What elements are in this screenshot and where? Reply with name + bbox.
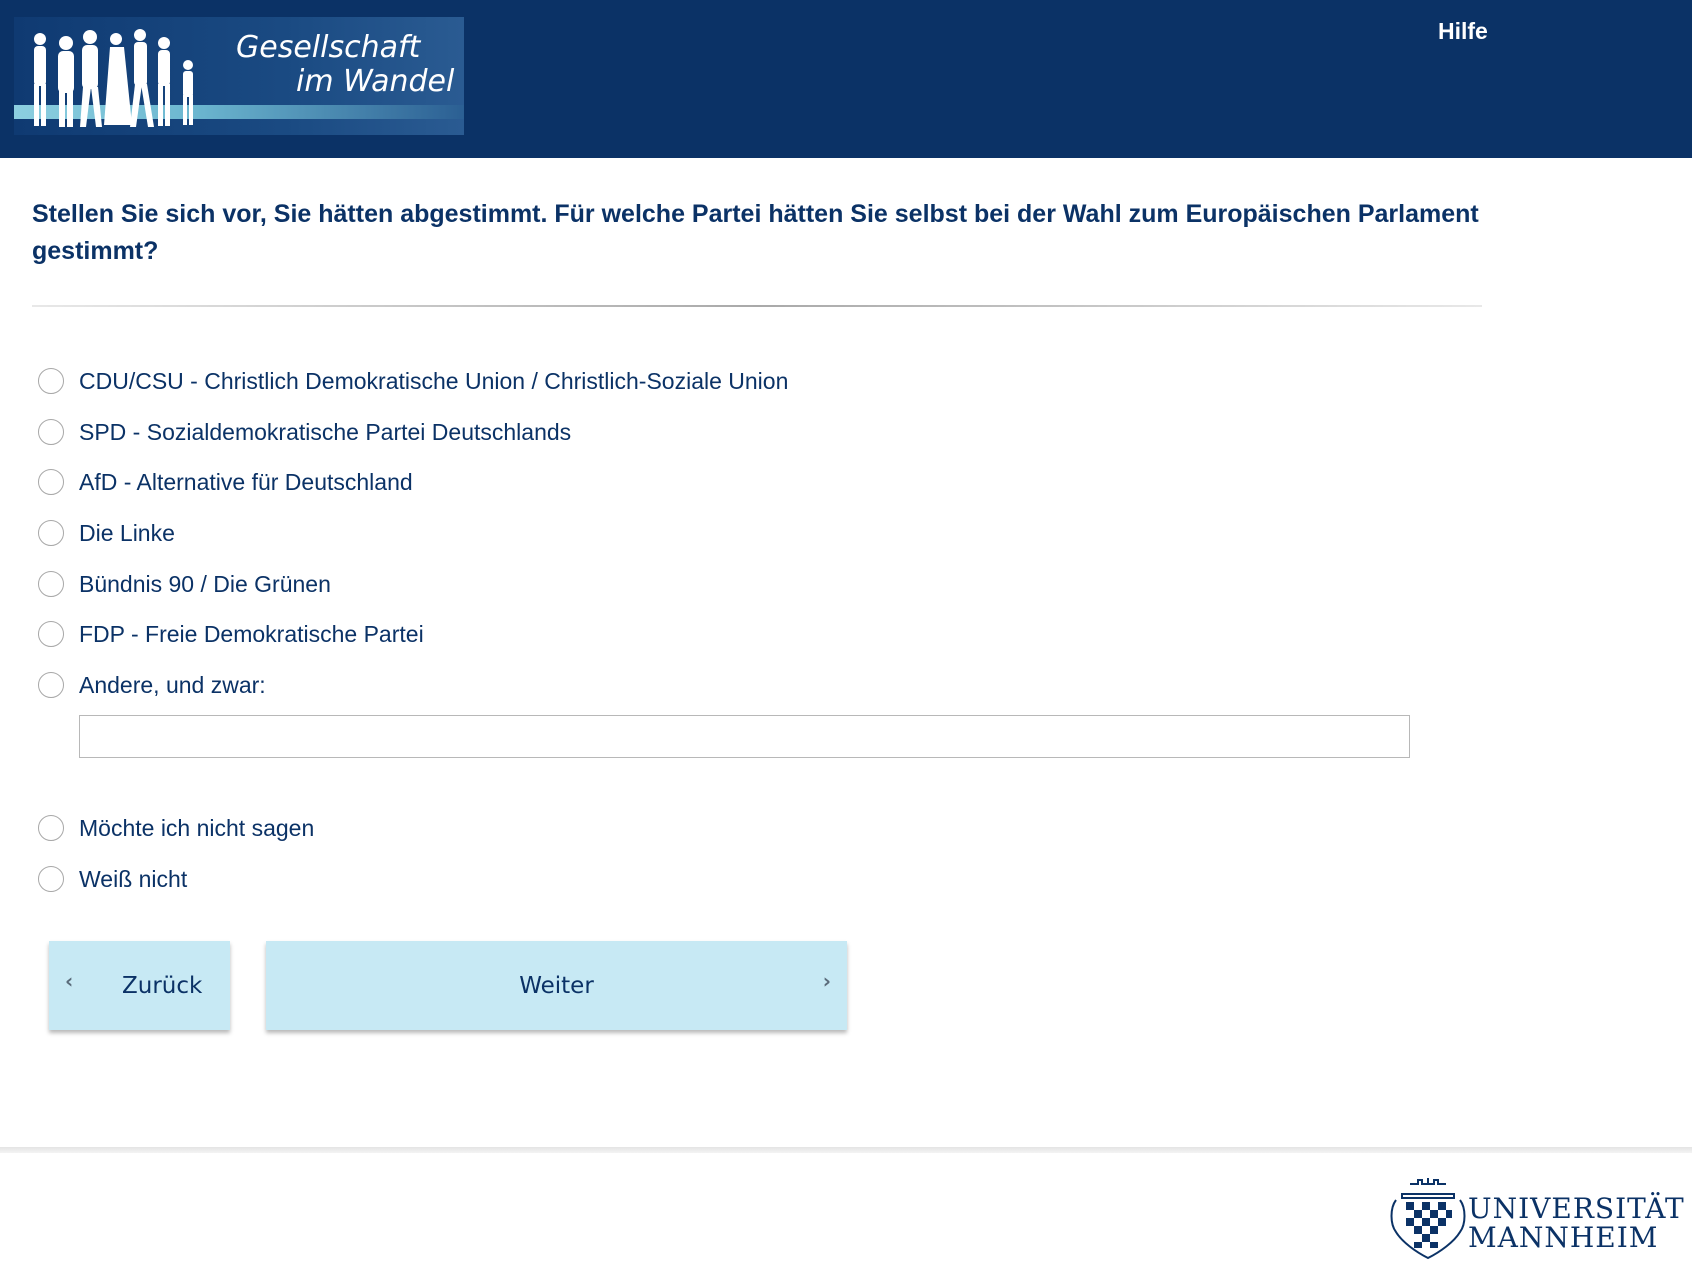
radio-button[interactable]	[38, 621, 64, 647]
radio-button[interactable]	[38, 866, 64, 892]
option-label: CDU/CSU - Christlich Demokratische Union…	[79, 367, 789, 394]
help-link[interactable]: Hilfe	[1438, 18, 1488, 45]
radio-button[interactable]	[38, 571, 64, 597]
other-party-input[interactable]	[79, 715, 1410, 758]
university-mannheim-logo: UNIVERSITÄT MANNHEIM	[1388, 1174, 1688, 1262]
university-line-2: MANNHEIM	[1468, 1221, 1659, 1254]
logo-line-2: im Wandel	[296, 64, 455, 99]
option-label: Andere, und zwar:	[79, 671, 266, 698]
option-fdp[interactable]: FDP - Freie Demokratische Partei	[38, 616, 424, 652]
option-label: FDP - Freie Demokratische Partei	[79, 620, 424, 647]
question-divider	[32, 305, 1482, 307]
university-crest-icon	[1390, 1178, 1466, 1260]
option-cdu-csu[interactable]: CDU/CSU - Christlich Demokratische Union…	[38, 363, 788, 399]
question-text: Stellen Sie sich vor, Sie hätten abgesti…	[32, 200, 1479, 265]
logo-line-1: Gesellschaft	[236, 30, 421, 65]
option-label: AfD - Alternative für Deutschland	[79, 468, 413, 495]
next-button-label: Weiter	[519, 972, 594, 999]
radio-button[interactable]	[38, 672, 64, 698]
option-weiss-nicht[interactable]: Weiß nicht	[38, 861, 187, 897]
chevron-left-icon: ‹	[65, 969, 74, 993]
option-andere[interactable]: Andere, und zwar:	[38, 667, 266, 703]
option-label: SPD - Sozialdemokratische Partei Deutsch…	[79, 418, 572, 445]
option-afd[interactable]: AfD - Alternative für Deutschland	[38, 464, 413, 500]
back-button-label: Zurück	[122, 972, 203, 999]
option-spd[interactable]: SPD - Sozialdemokratische Partei Deutsch…	[38, 414, 571, 450]
option-label: Weiß nicht	[79, 865, 188, 892]
next-button[interactable]: Weiter ›	[266, 941, 847, 1030]
option-label: Bündnis 90 / Die Grünen	[79, 570, 331, 597]
radio-button[interactable]	[38, 815, 64, 841]
people-silhouette-icon	[34, 29, 193, 127]
option-gruene[interactable]: Bündnis 90 / Die Grünen	[38, 566, 331, 602]
radio-button[interactable]	[38, 419, 64, 445]
back-button[interactable]: ‹ Zurück	[49, 941, 230, 1030]
option-die-linke[interactable]: Die Linke	[38, 515, 175, 551]
gesellschaft-im-wandel-logo: Gesellschaft im Wandel	[14, 17, 464, 135]
university-line-1: UNIVERSITÄT	[1468, 1192, 1685, 1225]
radio-button[interactable]	[38, 520, 64, 546]
site-header: Gesellschaft im Wandel Hilfe	[0, 0, 1692, 158]
radio-button[interactable]	[38, 368, 64, 394]
footer-divider	[0, 1147, 1692, 1153]
logo-text: Gesellschaft im Wandel	[226, 31, 464, 99]
option-label: Möchte ich nicht sagen	[79, 814, 315, 841]
university-name: UNIVERSITÄT MANNHEIM	[1468, 1194, 1685, 1252]
chevron-right-icon: ›	[822, 969, 831, 993]
option-keine-angabe[interactable]: Möchte ich nicht sagen	[38, 810, 314, 846]
radio-button[interactable]	[38, 469, 64, 495]
option-label: Die Linke	[79, 519, 175, 546]
